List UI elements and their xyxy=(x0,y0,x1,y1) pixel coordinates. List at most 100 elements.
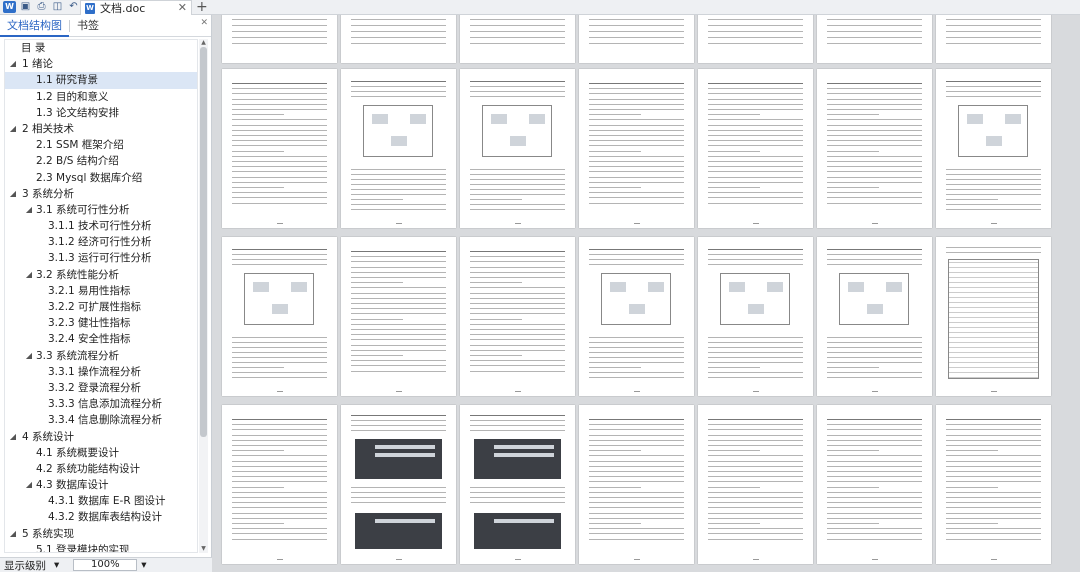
page-thumbnail[interactable] xyxy=(222,69,337,228)
figure xyxy=(482,105,552,157)
tab-document-outline[interactable]: 文档结构图 xyxy=(0,15,69,37)
page-thumbnail[interactable] xyxy=(341,405,456,564)
page-thumbnail[interactable] xyxy=(936,15,1051,63)
collapse-toggle-icon[interactable]: ◢ xyxy=(24,348,34,364)
page-thumbnail[interactable] xyxy=(817,405,932,564)
outline-item[interactable]: ◢ 4 系统设计 xyxy=(5,429,197,445)
page-thumbnail[interactable] xyxy=(460,69,575,228)
page-thumbnail[interactable] xyxy=(817,69,932,228)
page-thumbnail[interactable] xyxy=(341,237,456,396)
scroll-down-icon[interactable]: ▼ xyxy=(199,545,208,553)
scroll-up-icon[interactable]: ▲ xyxy=(199,39,208,47)
outline-scrollbar[interactable]: ▲ ▼ xyxy=(199,39,208,553)
page-thumbnail[interactable] xyxy=(222,15,337,63)
chevron-down-icon[interactable]: ▾ xyxy=(137,559,150,571)
page-thumbnail[interactable] xyxy=(579,237,694,396)
outline-item[interactable]: ◢ 2 相关技术 xyxy=(5,121,197,137)
collapse-toggle-icon[interactable]: ◢ xyxy=(8,121,18,137)
collapse-toggle-icon[interactable]: ◢ xyxy=(24,267,34,283)
page-thumbnail[interactable] xyxy=(936,69,1051,228)
outline-item[interactable]: 3.2.3 健壮性指标 xyxy=(5,315,197,331)
outline-item[interactable]: 3.3.1 操作流程分析 xyxy=(5,364,197,380)
outline-item[interactable]: 3.2.1 易用性指标 xyxy=(5,283,197,299)
outline-item[interactable]: ◢ 3 系统分析 xyxy=(5,186,197,202)
outline-item[interactable]: 3.2.2 可扩展性指标 xyxy=(5,299,197,315)
save-icon[interactable]: ▣ xyxy=(19,1,32,13)
page-thumbnail[interactable] xyxy=(579,405,694,564)
outline-item[interactable]: 4.3.2 数据库表结构设计 xyxy=(5,509,197,525)
page-thumbnail[interactable] xyxy=(698,405,813,564)
outline-item[interactable]: 目 录 xyxy=(5,40,197,56)
text-line xyxy=(589,523,642,524)
outline-item[interactable]: ◢ 4.3 数据库设计 xyxy=(5,477,197,493)
page-thumbnail[interactable] xyxy=(341,69,456,228)
page-thumbnail[interactable] xyxy=(936,405,1051,564)
figure-block xyxy=(867,304,883,314)
app-menu-icon[interactable]: W xyxy=(3,1,16,13)
text-line xyxy=(351,318,404,320)
text-line xyxy=(232,372,327,373)
outline-item[interactable]: 4.1 系统概要设计 xyxy=(5,445,197,461)
outline-item[interactable]: 2.1 SSM 框架介绍 xyxy=(5,137,197,153)
collapse-toggle-icon[interactable]: ◢ xyxy=(8,186,18,202)
outline-item[interactable]: ◢ 3.2 系统性能分析 xyxy=(5,267,197,283)
page-thumbnail[interactable] xyxy=(579,69,694,228)
page-thumbnail[interactable] xyxy=(817,15,932,63)
collapse-toggle-icon[interactable]: ◢ xyxy=(8,526,18,542)
page-thumbnail[interactable] xyxy=(698,237,813,396)
collapse-toggle-icon[interactable]: ◢ xyxy=(24,202,34,218)
outline-item[interactable]: 1.2 目的和意义 xyxy=(5,89,197,105)
outline-item[interactable]: 4.3.1 数据库 E-R 图设计 xyxy=(5,493,197,509)
outline-item[interactable]: 1.3 论文结构安排 xyxy=(5,105,197,121)
close-tab-icon[interactable]: ✕ xyxy=(178,1,187,15)
page-thumbnail[interactable] xyxy=(460,405,575,564)
text-line xyxy=(827,103,922,105)
outline-item[interactable]: 5.1 登录模块的实现 xyxy=(5,542,197,553)
chevron-down-icon[interactable]: ▾ xyxy=(50,559,63,571)
page-thumbnail[interactable] xyxy=(817,237,932,396)
outline-item-label: 5.1 登录模块的实现 xyxy=(36,543,130,553)
outline-item[interactable]: 3.1.2 经济可行性分析 xyxy=(5,234,197,250)
page-thumbnail[interactable] xyxy=(460,237,575,396)
undo-icon[interactable]: ↶ xyxy=(67,1,80,13)
collapse-toggle-icon[interactable]: ◢ xyxy=(8,429,18,445)
figure-block xyxy=(491,114,507,124)
page-thumbnail[interactable] xyxy=(341,15,456,63)
preview-icon[interactable]: ◫ xyxy=(51,1,64,13)
outline-item[interactable]: ◢ 3.3 系统流程分析 xyxy=(5,348,197,364)
page-thumbnail[interactable] xyxy=(698,69,813,228)
text-line xyxy=(827,119,922,121)
print-icon[interactable]: ⎙ xyxy=(35,1,48,13)
close-pane-icon[interactable]: ✕ xyxy=(200,18,208,28)
page-thumbnail[interactable] xyxy=(222,405,337,564)
scrollbar-thumb[interactable] xyxy=(200,47,207,437)
new-tab-icon[interactable]: + xyxy=(196,0,208,14)
outline-item[interactable]: ◢ 1 绪论 xyxy=(5,56,197,72)
collapse-toggle-icon[interactable]: ◢ xyxy=(8,56,18,72)
outline-item[interactable]: 2.2 B/S 结构介绍 xyxy=(5,153,197,169)
outline-item[interactable]: 3.2.4 安全性指标 xyxy=(5,331,197,347)
outline-item[interactable]: 3.3.2 登录流程分析 xyxy=(5,380,197,396)
text-line xyxy=(827,176,922,178)
outline-item[interactable]: 4.2 系统功能结构设计 xyxy=(5,461,197,477)
page-thumbnail[interactable] xyxy=(460,15,575,63)
page-thumbnail[interactable] xyxy=(222,237,337,396)
outline-item[interactable]: 3.3.3 信息添加流程分析 xyxy=(5,396,197,412)
outline-item[interactable]: 3.1.3 运行可行性分析 xyxy=(5,250,197,266)
outline-item[interactable]: 2.3 Mysql 数据库介绍 xyxy=(5,170,197,186)
text-line xyxy=(827,419,922,420)
outline-item[interactable]: 3.3.4 信息删除流程分析 xyxy=(5,412,197,428)
outline-item[interactable]: 3.1.1 技术可行性分析 xyxy=(5,218,197,234)
outline-item[interactable]: ◢ 5 系统实现 xyxy=(5,526,197,542)
document-tab[interactable]: W 文档.doc ✕ xyxy=(80,0,192,15)
outline-item[interactable]: ◢ 3.1 系统可行性分析 xyxy=(5,202,197,218)
tab-bookmarks[interactable]: 书签 xyxy=(70,15,106,37)
outline-level-selector[interactable]: 显示级别 xyxy=(0,558,50,572)
page-thumbnail[interactable] xyxy=(579,15,694,63)
outline-item[interactable]: 1.1 研究背景 xyxy=(5,72,197,89)
page-thumbnail[interactable] xyxy=(936,237,1051,396)
collapse-toggle-icon[interactable]: ◢ xyxy=(24,477,34,493)
page-thumbnail[interactable] xyxy=(698,15,813,63)
document-pages-area[interactable] xyxy=(212,15,1080,572)
zoom-input[interactable]: 100% xyxy=(73,559,138,571)
